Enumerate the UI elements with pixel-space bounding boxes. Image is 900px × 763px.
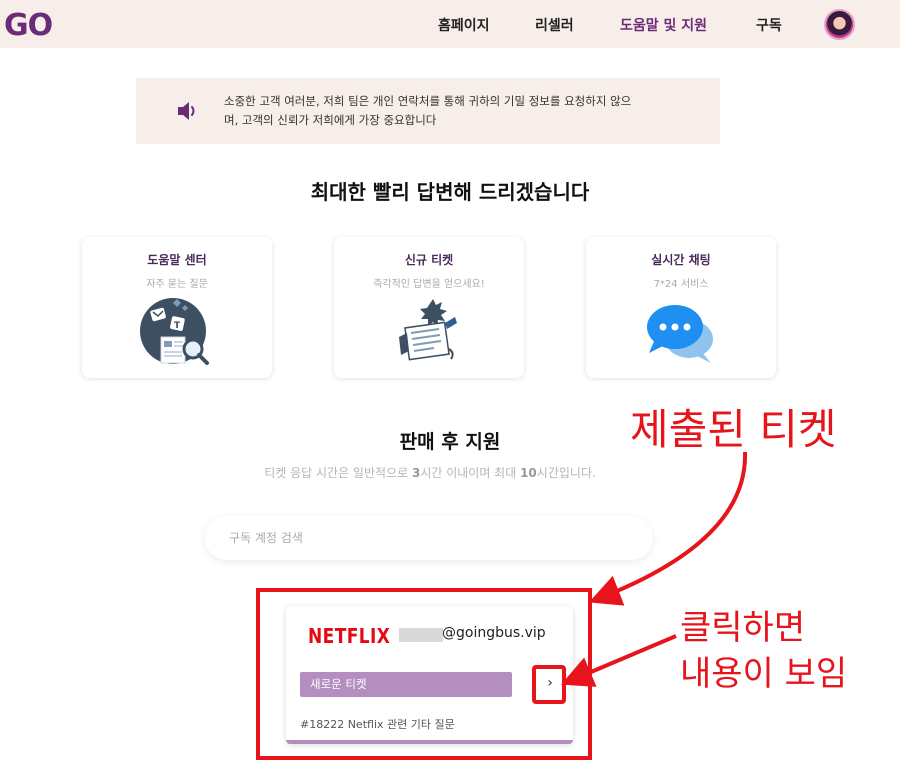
annotation-arrows (560, 451, 748, 687)
arrow-to-chevron (560, 634, 677, 687)
arrow-to-ticket (588, 451, 748, 606)
